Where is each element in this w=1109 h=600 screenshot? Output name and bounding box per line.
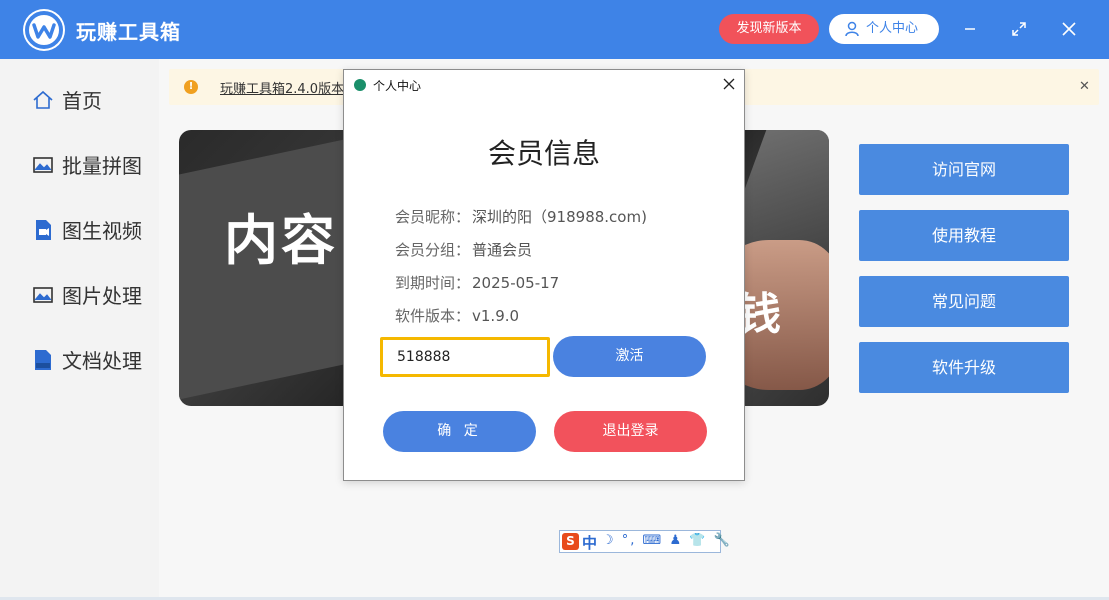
title-bar: 玩赚工具箱 发现新版本 个人中心	[0, 0, 1109, 59]
image-icon	[33, 157, 53, 173]
dialog-title: 个人中心	[373, 79, 422, 93]
row-label: 会员昵称：	[395, 208, 471, 226]
software-version-row: 软件版本： v1.9.0	[395, 305, 519, 326]
user-center-dialog: 个人中心 会员信息 会员昵称： 深圳的阳（918988.com) 会员分组： 普通会…	[343, 69, 745, 481]
dialog-app-icon	[354, 79, 366, 91]
visit-website-button[interactable]: 访问官网	[859, 144, 1069, 195]
user-center-button[interactable]: 个人中心	[829, 14, 939, 44]
maximize-icon[interactable]	[1007, 17, 1031, 41]
sidebar-item-label: 首页	[62, 89, 102, 113]
logout-button[interactable]: 退出登录	[554, 411, 707, 452]
banner-text: 内容	[224, 209, 338, 272]
ime-logo-icon: S	[562, 533, 579, 550]
sidebar: 首页 批量拼图 图生视频 图片处理 文档处理	[0, 59, 158, 600]
dialog-heading: 会员信息	[487, 137, 600, 170]
confirm-button[interactable]: 确 定	[383, 411, 536, 452]
tutorial-button[interactable]: 使用教程	[859, 210, 1069, 261]
ime-tool-icons[interactable]: ☽ °, ⌨ ♟ 👕 🔧	[602, 533, 732, 548]
software-upgrade-button[interactable]: 软件升级	[859, 342, 1069, 393]
notice-link[interactable]: 玩赚工具箱2.4.0版本	[220, 78, 344, 97]
row-value: 普通会员	[472, 241, 533, 259]
member-nickname-row: 会员昵称： 深圳的阳（918988.com)	[395, 206, 647, 227]
row-label: 会员分组：	[395, 241, 471, 259]
app-title: 玩赚工具箱	[76, 20, 181, 44]
row-value: 2025-05-17	[472, 274, 560, 292]
app-logo-icon	[23, 9, 65, 51]
row-value: v1.9.0	[472, 307, 520, 325]
faq-button[interactable]: 常见问题	[859, 276, 1069, 327]
notice-close-icon[interactable]: ✕	[1079, 79, 1090, 94]
close-icon[interactable]	[1057, 17, 1081, 41]
image-icon	[33, 287, 53, 303]
ime-toolbar[interactable]: S 中 ☽ °, ⌨ ♟ 👕 🔧	[559, 530, 730, 553]
warning-icon: !	[184, 80, 198, 94]
minimize-icon[interactable]	[958, 17, 982, 41]
new-version-button[interactable]: 发现新版本	[719, 14, 819, 44]
sidebar-item-label: 批量拼图	[62, 154, 142, 178]
sidebar-item-label: 图片处理	[62, 284, 142, 308]
member-group-row: 会员分组： 普通会员	[395, 239, 532, 260]
user-icon	[845, 21, 859, 37]
sidebar-item-label: 文档处理	[62, 349, 142, 373]
dialog-close-icon[interactable]	[721, 76, 737, 92]
user-center-label: 个人中心	[866, 21, 919, 36]
doc-file-icon	[35, 350, 51, 370]
home-icon	[33, 90, 53, 109]
expiry-date-row: 到期时间： 2025-05-17	[395, 272, 559, 293]
activation-code-input[interactable]: 518888	[380, 337, 550, 377]
dialog-title-bar: 个人中心	[344, 70, 744, 99]
ime-mode[interactable]: 中	[582, 532, 597, 553]
video-file-icon	[36, 220, 51, 240]
sidebar-item-label: 图生视频	[62, 219, 142, 243]
row-value: 深圳的阳（918988.com)	[472, 208, 647, 226]
row-label: 到期时间：	[395, 274, 471, 292]
row-label: 软件版本：	[395, 307, 471, 325]
activate-button[interactable]: 激活	[553, 336, 706, 377]
